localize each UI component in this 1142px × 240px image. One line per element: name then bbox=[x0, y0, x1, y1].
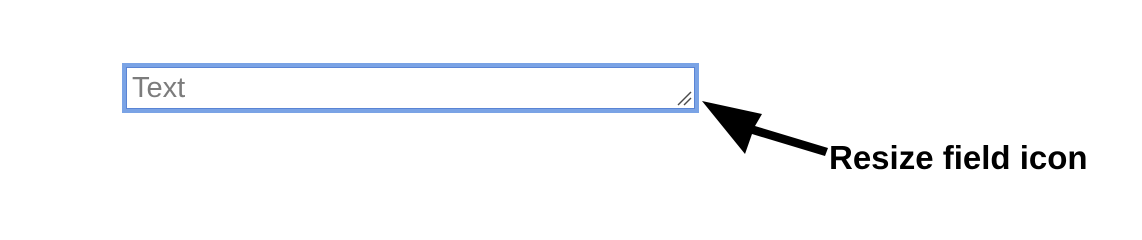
resize-grip-icon[interactable] bbox=[674, 90, 692, 106]
callout-label: Resize field icon bbox=[829, 139, 1088, 176]
text-field-container bbox=[122, 63, 699, 113]
canvas: Resize field icon bbox=[0, 0, 1142, 208]
text-field[interactable] bbox=[126, 67, 695, 109]
arrow-icon bbox=[702, 101, 828, 156]
